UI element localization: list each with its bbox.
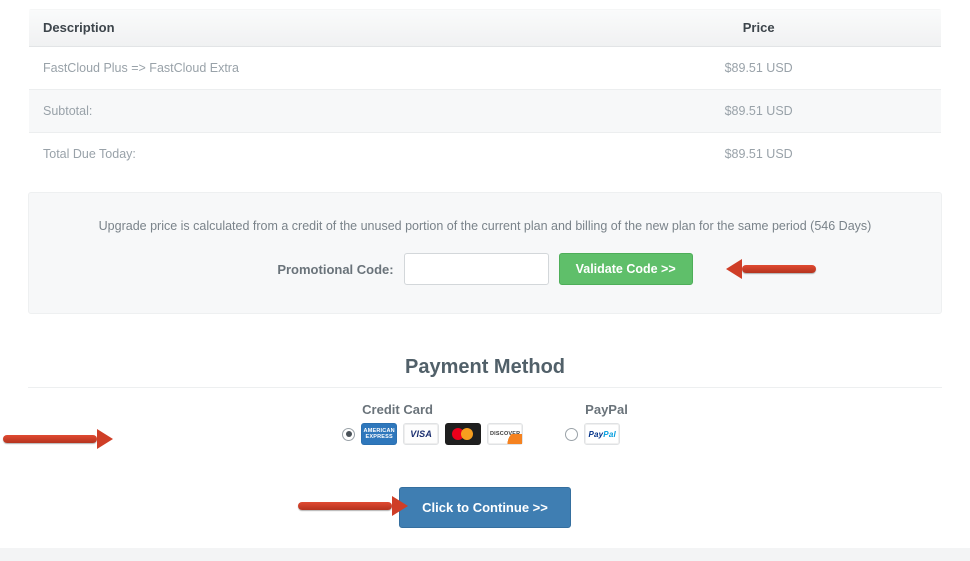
total-due-price: $89.51 USD — [576, 133, 941, 176]
line-item-desc: FastCloud Plus => FastCloud Extra — [29, 47, 577, 90]
pricing-table: Description Price FastCloud Plus => Fast… — [28, 8, 942, 176]
credit-card-radio[interactable] — [342, 428, 355, 441]
upgrade-notice-text: Upgrade price is calculated from a credi… — [49, 219, 921, 233]
table-row: Total Due Today: $89.51 USD — [29, 133, 942, 176]
amex-card-icon: AMERICAN EXPRESS — [361, 423, 397, 445]
arrow-annotation-icon — [726, 262, 816, 276]
table-row: Subtotal: $89.51 USD — [29, 90, 942, 133]
validate-code-button[interactable]: Validate Code >> — [559, 253, 693, 285]
mastercard-card-icon — [445, 423, 481, 445]
discover-card-icon: DISCOVER — [487, 423, 523, 445]
payment-option-paypal[interactable]: PayPal PayPal — [565, 402, 628, 445]
promo-code-input[interactable] — [404, 253, 549, 285]
promo-code-label: Promotional Code: — [277, 262, 393, 277]
continue-button[interactable]: Click to Continue >> — [399, 487, 571, 528]
arrow-annotation-icon — [3, 432, 113, 446]
arrow-annotation-icon — [298, 499, 408, 513]
visa-card-icon: VISA — [403, 423, 439, 445]
paypal-card-icon: PayPal — [584, 423, 620, 445]
total-due-label: Total Due Today: — [29, 133, 577, 176]
credit-card-label: Credit Card — [362, 402, 523, 417]
divider — [28, 387, 942, 388]
paypal-label: PayPal — [585, 402, 628, 417]
col-header-description: Description — [29, 9, 577, 47]
subtotal-label: Subtotal: — [29, 90, 577, 133]
checkout-page: Description Price FastCloud Plus => Fast… — [0, 0, 970, 548]
table-row: FastCloud Plus => FastCloud Extra $89.51… — [29, 47, 942, 90]
payment-option-credit-card[interactable]: Credit Card AMERICAN EXPRESS VISA DISCOV… — [342, 402, 523, 445]
subtotal-price: $89.51 USD — [576, 90, 941, 133]
col-header-price: Price — [576, 9, 941, 47]
payment-method-row: Credit Card AMERICAN EXPRESS VISA DISCOV… — [28, 402, 942, 445]
payment-method-heading: Payment Method — [28, 356, 942, 379]
paypal-radio[interactable] — [565, 428, 578, 441]
promo-panel: Upgrade price is calculated from a credi… — [28, 192, 942, 314]
line-item-price: $89.51 USD — [576, 47, 941, 90]
